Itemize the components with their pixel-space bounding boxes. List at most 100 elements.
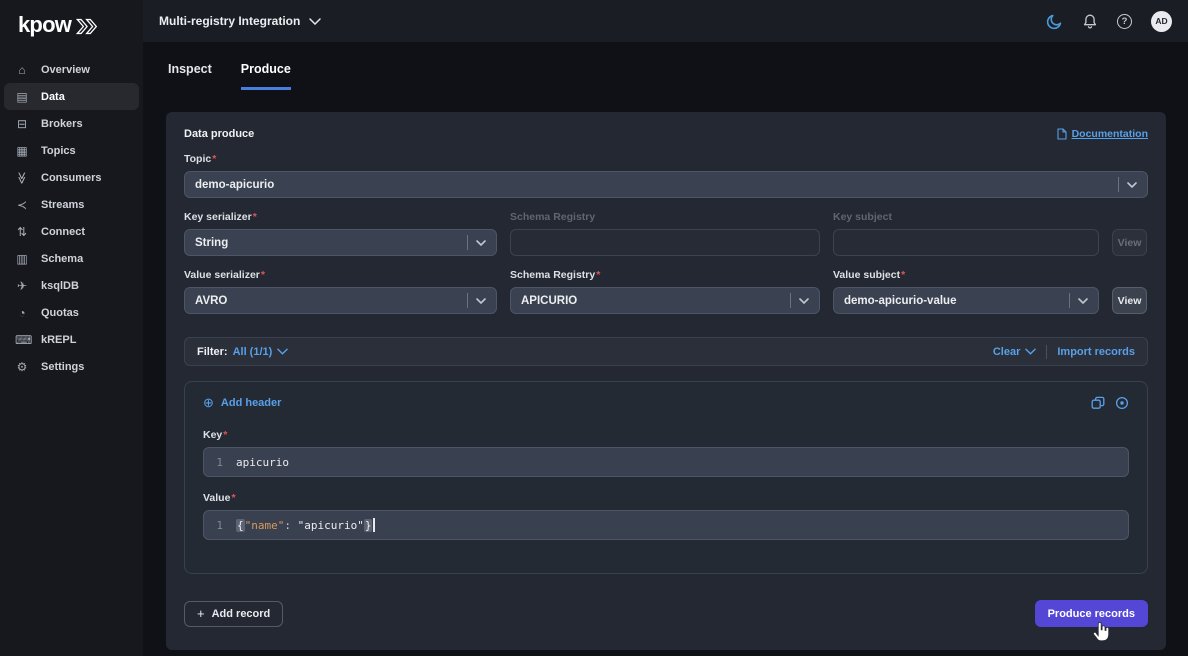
close-brace-token: }: [363, 518, 373, 532]
add-header-button[interactable]: ⊕ Add header: [203, 395, 281, 411]
chevron-down-icon: [1078, 297, 1088, 304]
home-icon: ⌂: [18, 62, 26, 77]
select-controls: [1069, 293, 1088, 308]
plus-icon: +: [197, 606, 205, 621]
sidebar-item-label: Topics: [41, 144, 76, 157]
required-asterisk: *: [252, 211, 257, 223]
pie-chart-icon: ◔: [18, 305, 26, 320]
environment-selector[interactable]: Multi-registry Integration: [159, 14, 322, 28]
record-value-label: Value*: [203, 492, 236, 504]
sidebar-nav: ⌂ Overview ▤ Data ⊟ Brokers ▦ Topics ≫ Consum…: [0, 56, 143, 380]
chevron-down-icon: [799, 297, 809, 304]
bell-icon[interactable]: [1082, 13, 1098, 30]
value-subject-value: demo-apicurio-value: [844, 294, 957, 307]
copy-icon[interactable]: [1091, 396, 1105, 410]
add-record-button[interactable]: + Add record: [184, 600, 284, 627]
logo-chevrons-icon: [76, 18, 98, 34]
select-controls: [467, 235, 486, 250]
value-code: {"name": "apicurio"}: [236, 518, 375, 532]
value-schema-registry-select[interactable]: APICURIO: [510, 287, 820, 314]
sidebar-item-schema[interactable]: ▥ Schema: [4, 245, 139, 272]
document-icon: ▥: [16, 251, 28, 266]
sidebar-item-data[interactable]: ▤ Data: [4, 83, 139, 110]
line-number: 1: [216, 455, 223, 469]
filter-selector[interactable]: All (1/1): [233, 346, 289, 358]
sidebar-item-settings[interactable]: ⚙ Settings: [4, 353, 139, 380]
value-subject-view-button[interactable]: View: [1112, 287, 1147, 314]
sidebar-item-label: Settings: [41, 360, 85, 373]
moon-icon[interactable]: [1046, 13, 1063, 30]
select-controls: [790, 293, 809, 308]
sidebar-item-consumers[interactable]: ≫ Consumers: [4, 164, 139, 191]
avatar[interactable]: AD: [1151, 10, 1172, 32]
topic-select[interactable]: demo-apicurio: [184, 171, 1148, 198]
chevron-down-icon: [309, 17, 322, 25]
key-schema-registry-input[interactable]: [510, 229, 820, 256]
name-token: "name": [244, 518, 285, 532]
tab-bar: Inspect Produce: [168, 62, 291, 90]
gear-icon: ⚙: [16, 359, 28, 374]
value-token: "apicurio": [297, 518, 364, 532]
chevron-down-icon: [277, 348, 289, 355]
required-asterisk: *: [231, 492, 236, 504]
documentation-link[interactable]: Documentation: [1057, 128, 1148, 140]
value-serializer-value: AVRO: [195, 294, 228, 307]
select-controls: [467, 293, 486, 308]
data-produce-card: Data produce Documentation Topic* demo-a…: [166, 112, 1166, 650]
environment-selector-label: Multi-registry Integration: [159, 14, 301, 28]
kpow-logo[interactable]: kpow: [0, 0, 143, 48]
drive-icon: ⊟: [16, 116, 28, 131]
key-code: apicurio: [236, 455, 289, 469]
filter-value: All (1/1): [232, 345, 273, 358]
key-subject-input[interactable]: [833, 229, 1099, 256]
clear-button[interactable]: Clear: [993, 346, 1037, 358]
logo-text: kpow: [18, 12, 72, 37]
import-records-button[interactable]: Import records: [1057, 346, 1135, 358]
value-serializer-select[interactable]: AVRO: [184, 287, 497, 314]
sidebar-item-quotas[interactable]: ◔ Quotas: [4, 299, 139, 326]
filter-label: Filter:: [197, 345, 228, 358]
sidebar-item-krepl[interactable]: ⌨ kREPL: [4, 326, 139, 353]
key-serializer-select[interactable]: String: [184, 229, 497, 256]
double-chevron-icon: ≫: [15, 171, 29, 184]
sidebar-item-connect[interactable]: ⇅ Connect: [4, 218, 139, 245]
sidebar-item-label: Schema: [41, 252, 84, 265]
sort-arrows-icon: ⇅: [16, 224, 28, 239]
separator-token: :: [284, 518, 298, 532]
table-icon: ▦: [16, 143, 28, 158]
topbar-icons: ? AD: [1046, 10, 1172, 32]
add-record-label: Add record: [211, 607, 271, 620]
sidebar-item-label: Overview: [41, 63, 90, 76]
tab-produce[interactable]: Produce: [240, 62, 291, 90]
sidebar-item-brokers[interactable]: ⊟ Brokers: [4, 110, 139, 137]
value-subject-select[interactable]: demo-apicurio-value: [833, 287, 1099, 314]
clear-label: Clear: [992, 345, 1021, 358]
sidebar: kpow ⌂ Overview ▤ Data ⊟ Brokers ▦ Topics ≫ C…: [0, 0, 143, 656]
text-caret: [373, 518, 375, 532]
key-subject-label: Key subject: [833, 211, 892, 223]
circled-plus-icon: ⊕: [203, 395, 214, 410]
record-key-editor[interactable]: 1 apicurio: [203, 447, 1129, 477]
value-schema-registry-value: APICURIO: [521, 294, 578, 307]
chevron-down-icon: [476, 239, 486, 246]
sidebar-item-label: Data: [41, 90, 65, 103]
record-value-editor[interactable]: 1 {"name": "apicurio"}: [203, 510, 1129, 540]
required-asterisk: *: [596, 269, 601, 281]
main-content: Inspect Produce Data produce Documentati…: [143, 42, 1188, 656]
sidebar-item-label: kREPL: [41, 333, 77, 346]
produce-records-button[interactable]: Produce records: [1034, 600, 1148, 627]
select-controls: [1118, 177, 1137, 192]
line-number: 1: [216, 518, 223, 532]
tab-inspect[interactable]: Inspect: [168, 62, 212, 90]
sidebar-item-overview[interactable]: ⌂ Overview: [4, 56, 139, 83]
sidebar-item-ksqldb[interactable]: ✈ ksqlDB: [4, 272, 139, 299]
key-subject-view-button[interactable]: View: [1112, 229, 1147, 256]
help-icon[interactable]: ?: [1117, 13, 1132, 29]
sidebar-item-topics[interactable]: ▦ Topics: [4, 137, 139, 164]
sidebar-item-streams[interactable]: ≺ Streams: [4, 191, 139, 218]
required-asterisk: *: [260, 269, 265, 281]
add-header-label: Add header: [220, 397, 282, 409]
chevron-down-icon: [1025, 348, 1037, 355]
record-panel: ⊕ Add header Key* 1 apicurio Value* 1 {"…: [184, 381, 1148, 574]
circle-dot-icon[interactable]: [1115, 396, 1129, 410]
